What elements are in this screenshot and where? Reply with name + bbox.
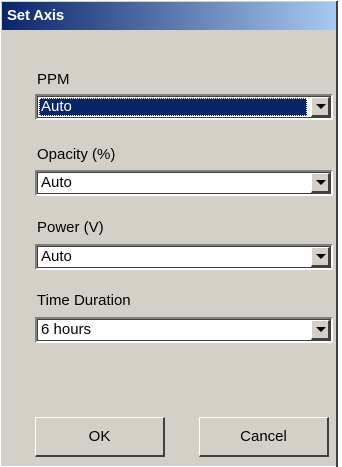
opacity-select-value: Auto (41, 174, 72, 191)
dialog-title: Set Axis (2, 2, 336, 30)
time-duration-dropdown-button[interactable] (311, 320, 330, 340)
opacity-label: Opacity (%) (37, 146, 116, 163)
opacity-select[interactable]: Auto (35, 170, 333, 196)
time-duration-select-value: 6 hours (41, 321, 92, 338)
power-label: Power (V) (37, 219, 104, 236)
ppm-dropdown-button[interactable] (311, 97, 330, 117)
power-select-value: Auto (41, 248, 72, 265)
ppm-select-value: Auto (39, 98, 307, 116)
opacity-dropdown-button[interactable] (311, 173, 330, 193)
time-duration-label: Time Duration (37, 292, 131, 309)
power-dropdown-button[interactable] (311, 247, 330, 267)
time-duration-select[interactable]: 6 hours (35, 317, 333, 343)
cancel-button[interactable]: Cancel (199, 417, 329, 457)
ppm-label: PPM (37, 71, 70, 88)
power-select[interactable]: Auto (35, 244, 333, 270)
set-axis-dialog: Set Axis PPM Auto Opacity (%) Auto Power… (0, 0, 338, 467)
ppm-select[interactable]: Auto (35, 94, 333, 120)
ok-button[interactable]: OK (35, 417, 165, 457)
